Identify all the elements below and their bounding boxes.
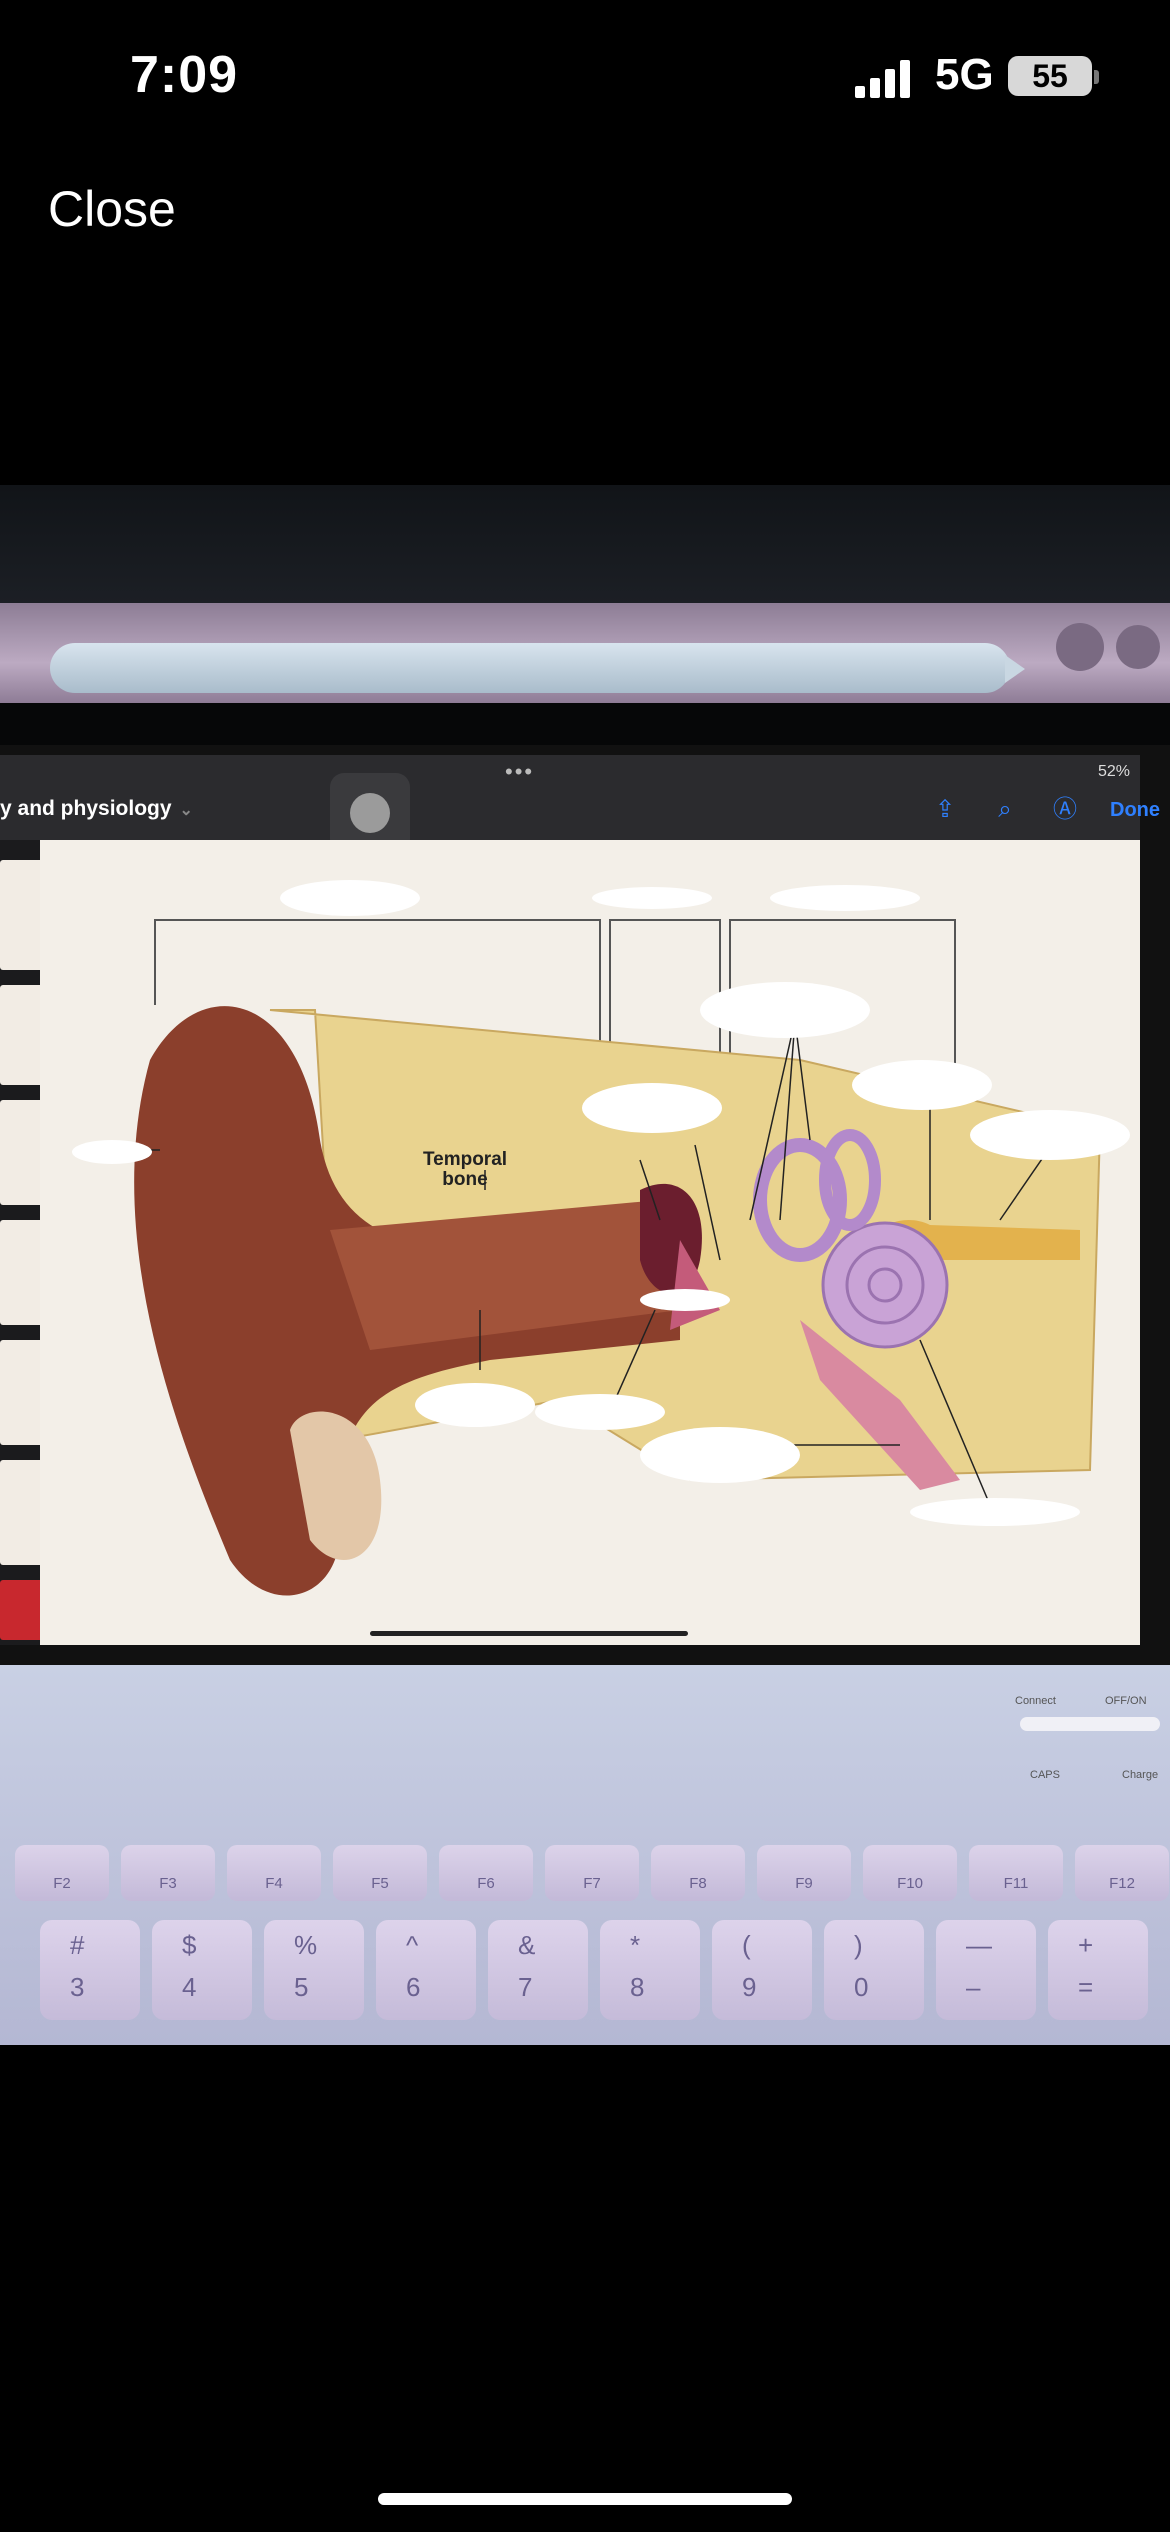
markup-icon[interactable]: Ⓐ [1050, 795, 1080, 825]
key-symbol: & [518, 1930, 536, 1960]
function-key[interactable]: F6 [439, 1845, 533, 1901]
home-indicator[interactable] [378, 2493, 792, 2505]
status-time: 7:09 [130, 46, 239, 104]
key-digit: = [1078, 1972, 1094, 2002]
done-button[interactable]: Done [1110, 799, 1160, 822]
number-key[interactable]: $4 [152, 1920, 252, 2020]
battery-cap [1094, 70, 1099, 84]
key-symbol: ( [742, 1930, 751, 1960]
key-symbol: * [630, 1930, 641, 1960]
ipad-toolbar: ••• 52% y and physiology ⌄ ⇪ ⌕ Ⓐ Done [0, 755, 1160, 853]
key-digit: 9 [742, 1972, 757, 2002]
close-button[interactable]: Close [48, 180, 176, 238]
key-digit: 5 [294, 1972, 309, 2002]
apple-pencil [50, 643, 1010, 693]
key-symbol: # [70, 1930, 85, 1960]
network-type: 5G [935, 50, 994, 99]
connect-label: Connect [1015, 1695, 1056, 1707]
number-key[interactable]: + = [1048, 1920, 1148, 2020]
key-digit: 7 [518, 1972, 533, 2002]
function-key[interactable]: F5 [333, 1845, 427, 1901]
number-key[interactable]: * 8 [600, 1920, 700, 2020]
case-cutouts [1056, 623, 1160, 671]
ear-anatomy-diagram [72, 880, 1130, 1596]
photo-background [0, 485, 1170, 605]
number-key[interactable]: % 5 [264, 1920, 364, 2020]
key-digit: 4 [182, 1972, 197, 2002]
power-switch[interactable] [1020, 1717, 1160, 1731]
chevron-down-icon[interactable]: ⌄ [180, 802, 193, 819]
key-symbol: ^ [406, 1930, 419, 1960]
photo-image: ••• 52% y and physiology ⌄ ⇪ ⌕ Ⓐ Done Te… [0, 485, 1170, 2045]
number-key[interactable]: (9 [712, 1920, 812, 2020]
battery-icon: 55 [1008, 56, 1092, 96]
search-icon[interactable]: ⌕ [990, 795, 1020, 825]
function-key[interactable]: F4 [227, 1845, 321, 1901]
ipad-screen: ••• 52% y and physiology ⌄ ⇪ ⌕ Ⓐ Done Te… [0, 755, 1160, 1645]
key-digit: 6 [406, 1972, 421, 2002]
temporal-bone-label: Temporal bone [422, 1149, 508, 1190]
pencil-tip [1005, 655, 1025, 683]
charge-label: Charge [1122, 1769, 1159, 1781]
share-icon[interactable]: ⇪ [930, 795, 960, 825]
key-digit: 3 [70, 1972, 85, 2002]
function-key[interactable]: F8 [651, 1845, 745, 1901]
keyboard: Connect OFF/ON CAPS Charge F2 F3 F4 F5 F6 F7 F… [0, 1665, 1170, 2045]
function-key[interactable]: F7 [545, 1845, 639, 1901]
function-key[interactable]: F12 [1075, 1845, 1169, 1901]
key-symbol: ) [854, 1930, 863, 1960]
number-key[interactable]: ) 0 [824, 1920, 924, 2020]
slide-content: Temporal bone [40, 840, 1140, 1645]
signal-icon [855, 60, 910, 98]
document-title[interactable]: y and physiology ⌄ [0, 797, 193, 821]
key-symbol: + [1078, 1930, 1094, 1960]
ipad-home-indicator [370, 1631, 688, 1636]
number-key[interactable]: ^ 6 [376, 1920, 476, 2020]
function-key[interactable]: F3 [121, 1845, 215, 1901]
key-digit: 0 [854, 1972, 869, 2002]
function-key[interactable]: F10 [863, 1845, 957, 1901]
key-symbol: $ [182, 1930, 197, 1960]
ipad-battery-status: 52% [1097, 763, 1130, 780]
onoff-label: OFF/ON [1105, 1695, 1147, 1707]
function-key[interactable]: F9 [757, 1845, 851, 1901]
document-title-text: y and physiology [0, 797, 172, 820]
keyboard-switches: Connect OFF/ON CAPS Charge [1010, 1665, 1170, 1781]
caps-label: CAPS [1030, 1769, 1060, 1781]
status-bar: 7:09 5G 55 [0, 0, 1170, 150]
number-key[interactable]: #3 [40, 1920, 140, 2020]
multitask-dots[interactable]: ••• [505, 759, 534, 785]
number-key[interactable]: & 7 [488, 1920, 588, 2020]
ipad-device: ••• 52% y and physiology ⌄ ⇪ ⌕ Ⓐ Done Te… [0, 745, 1170, 1665]
key-digit: 8 [630, 1972, 645, 2002]
function-key[interactable]: F11 [969, 1845, 1063, 1901]
number-key[interactable]: — – [936, 1920, 1036, 2020]
key-symbol: % [294, 1930, 318, 1960]
key-symbol: — [966, 1930, 992, 1960]
function-key[interactable]: F2 [15, 1845, 109, 1901]
key-digit: – [966, 1972, 981, 2002]
